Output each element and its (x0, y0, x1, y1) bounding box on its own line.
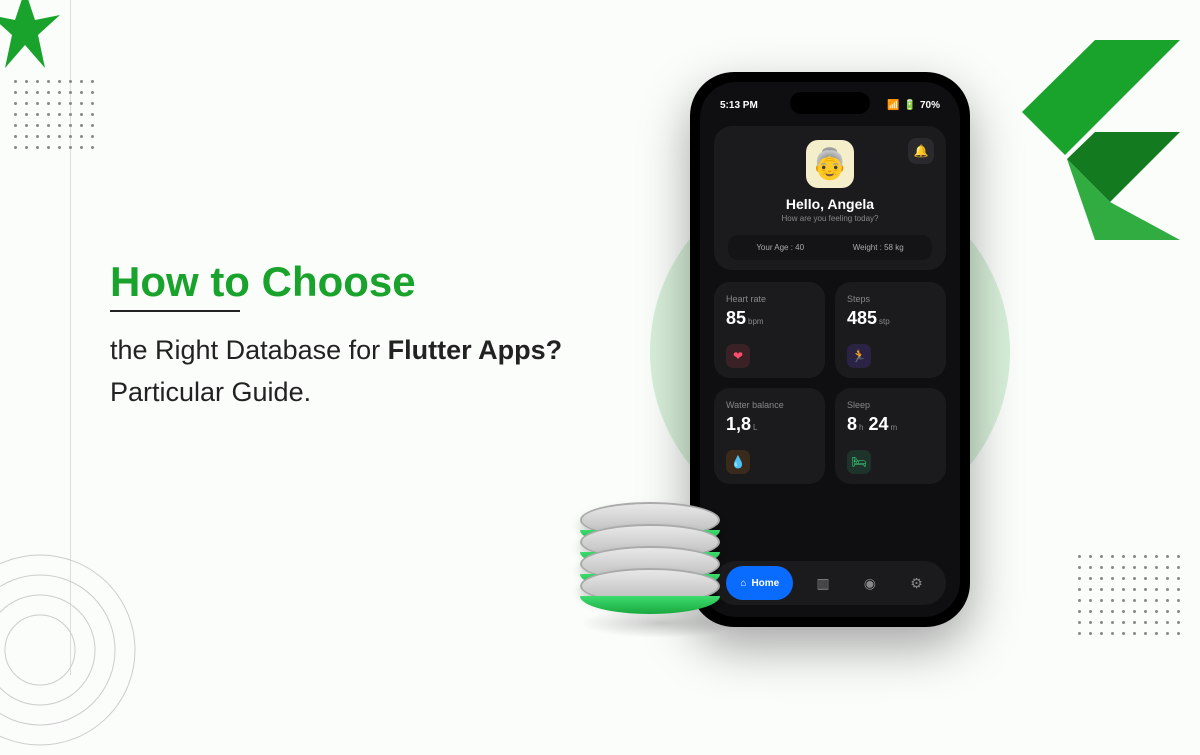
bed-icon: 🛏 (847, 450, 871, 474)
avatar[interactable]: 👵 (806, 140, 854, 188)
age-label: Your Age : 40 (756, 243, 804, 252)
stats-grid: Heart rate 85bpm ❤ Steps 485stp 🏃 Water … (714, 282, 946, 484)
nav-profile[interactable]: ◉ (853, 566, 887, 600)
battery-icon: 🔋 (904, 100, 916, 111)
water-value: 1,8 (726, 414, 751, 434)
user-icon: ◉ (864, 575, 876, 592)
gear-icon: ⚙ (910, 575, 923, 592)
avatar-emoji: 👵 (811, 147, 848, 182)
status-battery: 70% (920, 100, 940, 111)
bell-icon: 🔔 (914, 144, 929, 158)
bottom-nav: ⌂ Home ▥ ◉ ⚙ (714, 561, 946, 605)
heart-rate-card[interactable]: Heart rate 85bpm ❤ (714, 282, 825, 378)
concentric-circles-decoration (0, 550, 140, 755)
water-label: Water balance (726, 400, 813, 410)
dynamic-island (790, 92, 870, 114)
headline-bold: Flutter Apps? (388, 335, 563, 365)
sleep-card[interactable]: Sleep 8h 24m 🛏 (835, 388, 946, 484)
steps-card[interactable]: Steps 485stp 🏃 (835, 282, 946, 378)
status-time: 5:13 PM (720, 100, 758, 111)
headline-subtitle: the Right Database for Flutter Apps? Par… (110, 330, 630, 414)
database-icon (580, 502, 730, 638)
nav-settings[interactable]: ⚙ (900, 566, 934, 600)
notification-button[interactable]: 🔔 (908, 138, 934, 164)
heart-rate-label: Heart rate (726, 294, 813, 304)
water-card[interactable]: Water balance 1,8L 💧 (714, 388, 825, 484)
user-info-row: Your Age : 40 Weight : 58 kg (728, 235, 932, 260)
heart-icon: ❤ (726, 344, 750, 368)
headline-underline (110, 310, 240, 312)
sleep-h-unit: h (859, 423, 863, 432)
nav-home[interactable]: ⌂ Home (726, 566, 793, 600)
steps-value: 485 (847, 308, 877, 328)
dots-pattern-bottom-right (1078, 555, 1180, 635)
sleep-label: Sleep (847, 400, 934, 410)
running-icon: 🏃 (847, 344, 871, 368)
article-headline: How to Choose the Right Database for Flu… (110, 258, 630, 414)
headline-line2: Particular Guide. (110, 377, 311, 407)
sleep-m-unit: m (891, 423, 898, 432)
headline-pre: the Right Database for (110, 335, 388, 365)
green-star-decoration (0, 0, 60, 75)
phone-frame: 5:13 PM 📶 🔋 70% 🔔 👵 Hello, Angela How ar… (690, 72, 970, 627)
flutter-logo-icon (1010, 40, 1180, 245)
heart-rate-unit: bpm (748, 317, 764, 326)
headline-highlight: How to Choose (110, 258, 630, 306)
water-unit: L (753, 423, 757, 432)
dots-pattern-top-left (14, 80, 94, 149)
chart-icon: ▥ (816, 575, 829, 592)
weight-label: Weight : 58 kg (853, 243, 904, 252)
nav-home-label: Home (751, 578, 779, 589)
steps-label: Steps (847, 294, 934, 304)
nav-stats[interactable]: ▥ (806, 566, 840, 600)
greeting-text: Hello, Angela (728, 196, 932, 212)
heart-rate-value: 85 (726, 308, 746, 328)
phone-mockup: 5:13 PM 📶 🔋 70% 🔔 👵 Hello, Angela How ar… (690, 72, 970, 632)
phone-screen: 5:13 PM 📶 🔋 70% 🔔 👵 Hello, Angela How ar… (700, 82, 960, 617)
user-card: 🔔 👵 Hello, Angela How are you feeling to… (714, 126, 946, 270)
steps-unit: stp (879, 317, 890, 326)
droplet-icon: 💧 (726, 450, 750, 474)
greeting-subtitle: How are you feeling today? (728, 214, 932, 223)
signal-icon: 📶 (887, 100, 899, 111)
sleep-hours: 8 (847, 414, 857, 434)
sleep-minutes: 24 (868, 414, 888, 434)
home-icon: ⌂ (740, 578, 746, 589)
